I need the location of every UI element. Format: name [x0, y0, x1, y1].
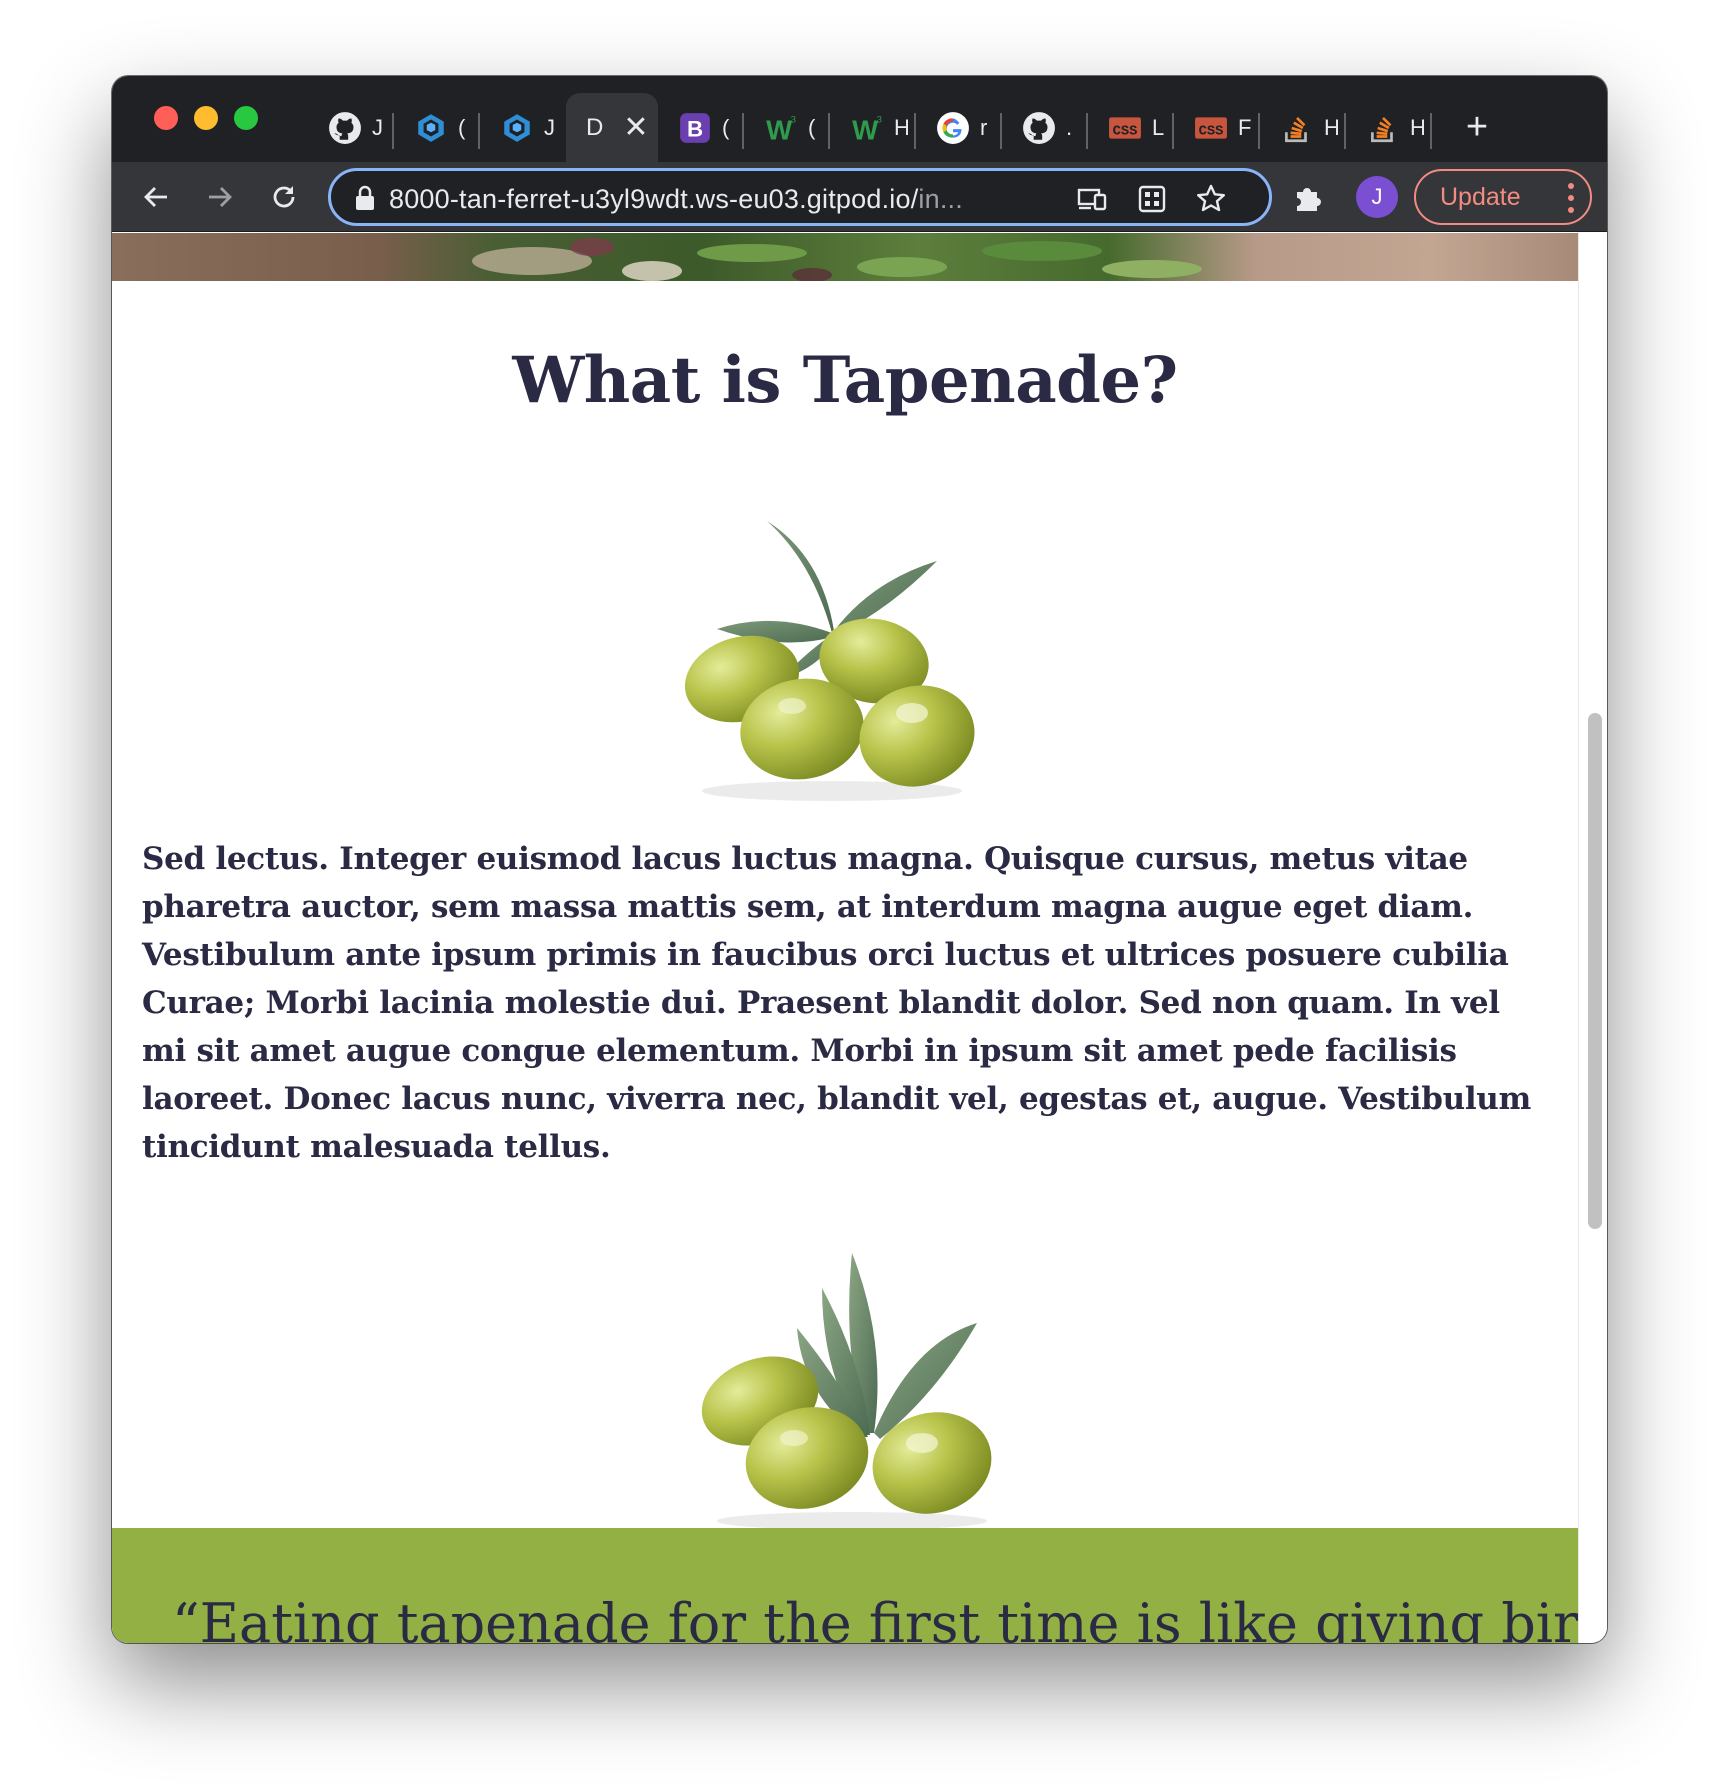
tab-css-tricks-1[interactable]: CSS L [1088, 93, 1174, 162]
github-icon [328, 111, 362, 145]
reload-button[interactable] [262, 175, 306, 219]
tab-codesandbox-2[interactable]: J [480, 93, 566, 162]
page-heading: What is Tapenade? [512, 343, 1178, 418]
bootstrap-icon: B [678, 111, 712, 145]
forward-arrow-icon [209, 187, 232, 207]
quote-section: “Eating tapenade for the first time is l… [112, 1528, 1578, 1643]
maximize-window-button[interactable] [234, 106, 258, 130]
back-arrow-icon [144, 187, 167, 207]
page-viewport: What is Tapenade? Sed lectus. Integer eu… [112, 233, 1578, 1643]
olives-image-1 [672, 501, 992, 811]
close-tab-icon[interactable]: ✕ [623, 112, 648, 143]
tab-css-tricks-2[interactable]: CSS F [1174, 93, 1260, 162]
google-icon [936, 111, 970, 145]
more-menu-icon[interactable] [1568, 183, 1574, 213]
tab-codesandbox-1[interactable]: ( [394, 93, 480, 162]
tab-github-2[interactable]: . [1002, 93, 1088, 162]
css-tricks-icon: CSS [1194, 111, 1228, 145]
svg-text:B: B [687, 116, 703, 141]
scrollbar-thumb[interactable] [1588, 713, 1602, 1229]
tab-stackoverflow-1[interactable]: H [1260, 93, 1346, 162]
stackoverflow-icon [1366, 111, 1400, 145]
olives-image-2 [682, 1253, 1012, 1533]
active-tab-title: D [586, 113, 604, 141]
back-button[interactable] [134, 175, 178, 219]
hero-image [112, 233, 1578, 281]
update-button[interactable]: Update [1414, 169, 1592, 225]
codesandbox-icon [500, 111, 534, 145]
tab-list: J ( J D ✕ B (W 3 (W 3 H r . CSS L CSS … [308, 93, 1432, 162]
codesandbox-icon [414, 111, 448, 145]
bookmark-star-icon[interactable] [1195, 183, 1227, 215]
qr-code-icon[interactable] [1136, 183, 1168, 215]
reload-icon [273, 186, 295, 208]
profile-avatar[interactable]: J [1356, 176, 1398, 218]
close-window-button[interactable] [154, 106, 178, 130]
tab-stackoverflow-2[interactable]: H [1346, 93, 1432, 162]
new-tab-button[interactable]: + [1452, 102, 1502, 152]
svg-text:CSS: CSS [1199, 124, 1224, 139]
css-tricks-icon: CSS [1108, 111, 1142, 145]
address-bar[interactable]: 8000-tan-ferret-u3yl9wdt.ws-eu03.gitpod.… [328, 168, 1272, 226]
page-scrollbar[interactable] [1578, 233, 1607, 1643]
forward-button[interactable] [198, 175, 242, 219]
tab-google[interactable]: r [916, 93, 1002, 162]
tapenade-description: Sed lectus. Integer euismod lacus luctus… [142, 841, 1532, 1165]
tab-strip: J ( J D ✕ B (W 3 (W 3 H r . CSS L CSS … [112, 76, 1607, 162]
github-icon [1022, 111, 1056, 145]
tab-active[interactable]: D ✕ [566, 93, 658, 162]
lock-icon [356, 185, 374, 210]
cast-icon[interactable] [1076, 183, 1108, 215]
tab-github-1[interactable]: J [308, 93, 394, 162]
svg-text:W: W [852, 114, 879, 144]
svg-text:CSS: CSS [1113, 124, 1138, 139]
tab-w3schools-2[interactable]: W3 H [830, 93, 916, 162]
svg-text:W: W [766, 114, 793, 144]
minimize-window-button[interactable] [194, 106, 218, 130]
svg-text:3: 3 [877, 114, 882, 125]
tab-bootstrap[interactable]: B ( [658, 93, 744, 162]
url-text: 8000-tan-ferret-u3yl9wdt.ws-eu03.gitpod.… [389, 184, 963, 214]
extensions-puzzle-icon[interactable] [1292, 180, 1326, 214]
quote-text: “Eating tapenade for the first time is l… [172, 1592, 1578, 1643]
w3schools-icon: W3 [850, 111, 884, 144]
browser-window: J ( J D ✕ B (W 3 (W 3 H r . CSS L CSS … [112, 76, 1607, 1643]
stackoverflow-icon [1280, 111, 1314, 145]
tab-w3schools-1[interactable]: W3 ( [744, 93, 830, 162]
update-label: Update [1440, 182, 1521, 211]
svg-text:3: 3 [791, 114, 796, 125]
w3schools-icon: W3 [764, 111, 798, 144]
browser-toolbar: 8000-tan-ferret-u3yl9wdt.ws-eu03.gitpod.… [112, 162, 1607, 232]
